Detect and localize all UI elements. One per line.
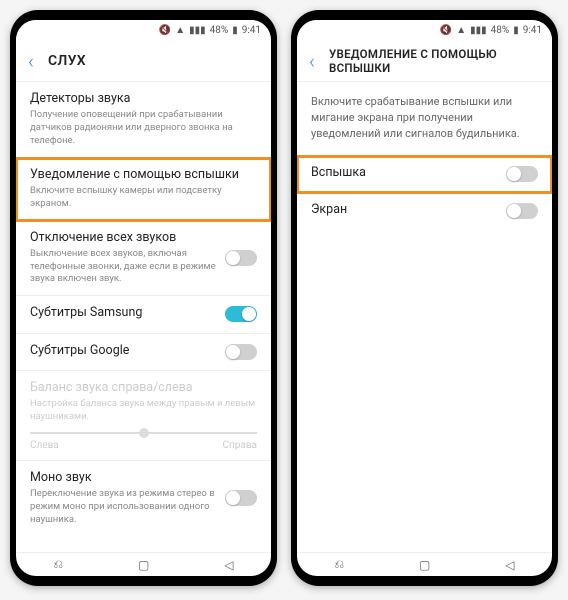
- row-desc: Выключение всех звуков, включая телефонн…: [30, 248, 217, 286]
- page-title: УВЕДОМЛЕНИЕ С ПОМОЩЬЮ ВСПЫШКИ: [329, 47, 540, 75]
- flash-toggle[interactable]: [506, 166, 538, 182]
- row-desc: Настройка баланса звука между правым и л…: [30, 398, 257, 424]
- page-title: СЛУХ: [48, 53, 86, 69]
- settings-list: Детекторы звука Получение оповещений при…: [16, 82, 271, 552]
- mute-all-row[interactable]: Отключение всех звуков Выключение всех з…: [16, 221, 271, 297]
- row-title: Уведомление с помощью вспышки: [30, 167, 257, 183]
- recent-icon[interactable]: ⎌: [53, 557, 63, 572]
- slider-thumb: [139, 428, 149, 438]
- screen-right: 🔇 ▲ ▮▮▮ 48% ▮ 9:41 ‹ УВЕДОМЛЕНИЕ С ПОМОЩ…: [297, 20, 552, 576]
- nav-bar: ⎌ ▢ ◁: [16, 552, 271, 576]
- wifi-icon: ▲: [456, 25, 466, 36]
- recent-icon[interactable]: ⎌: [334, 557, 344, 572]
- row-title: Детекторы звука: [30, 91, 257, 107]
- battery-icon: ▮: [232, 25, 238, 36]
- nav-bar: ⎌ ▢ ◁: [297, 552, 552, 576]
- back-icon[interactable]: ‹: [309, 49, 315, 73]
- screen-row[interactable]: Экран: [297, 193, 552, 229]
- mute-all-toggle[interactable]: [225, 250, 257, 266]
- screen-toggle[interactable]: [506, 203, 538, 219]
- battery-percent: 48%: [491, 25, 510, 36]
- clock: 9:41: [523, 25, 542, 36]
- home-icon[interactable]: ▢: [138, 558, 149, 572]
- mono-audio-row[interactable]: Моно звук Переключение звука из режима с…: [16, 461, 271, 536]
- status-bar: 🔇 ▲ ▮▮▮ 48% ▮ 9:41: [16, 20, 271, 40]
- phone-left: 🔇 ▲ ▮▮▮ 48% ▮ 9:41 ‹ СЛУХ Детекторы звук…: [10, 10, 277, 586]
- audio-balance-row: Баланс звука справа/слева Настройка бала…: [16, 371, 271, 461]
- app-bar: ‹ УВЕДОМЛЕНИЕ С ПОМОЩЬЮ ВСПЫШКИ: [297, 40, 552, 82]
- row-title: Субтитры Google: [30, 343, 217, 359]
- clock: 9:41: [242, 25, 261, 36]
- row-title: Баланс звука справа/слева: [30, 380, 257, 396]
- mute-icon: 🔇: [440, 25, 452, 36]
- samsung-subtitles-toggle[interactable]: [225, 306, 257, 322]
- signal-icon: ▮▮▮: [189, 25, 206, 36]
- mute-icon: 🔇: [159, 25, 171, 36]
- home-icon[interactable]: ▢: [419, 558, 430, 572]
- row-desc: Включите вспышку камеры или подсветку эк…: [30, 185, 257, 211]
- settings-list: Включите срабатывание вспышки или мигани…: [297, 82, 552, 552]
- signal-icon: ▮▮▮: [470, 25, 487, 36]
- google-subtitles-row[interactable]: Субтитры Google: [16, 334, 271, 371]
- row-title: Субтитры Samsung: [30, 305, 217, 321]
- wifi-icon: ▲: [175, 25, 185, 36]
- row-desc: Получение оповещений при срабатывании да…: [30, 109, 257, 147]
- row-title: Вспышка: [311, 165, 498, 181]
- balance-slider: [30, 432, 257, 434]
- status-bar: 🔇 ▲ ▮▮▮ 48% ▮ 9:41: [297, 20, 552, 40]
- google-subtitles-toggle[interactable]: [225, 344, 257, 360]
- app-bar: ‹ СЛУХ: [16, 40, 271, 82]
- flash-row[interactable]: Вспышка: [297, 156, 552, 193]
- row-desc: Переключение звука из режима стерео в ре…: [30, 488, 217, 526]
- slider-left-label: Слева: [30, 440, 59, 451]
- flash-notification-row[interactable]: Уведомление с помощью вспышки Включите в…: [16, 158, 271, 221]
- samsung-subtitles-row[interactable]: Субтитры Samsung: [16, 296, 271, 333]
- screen-left: 🔇 ▲ ▮▮▮ 48% ▮ 9:41 ‹ СЛУХ Детекторы звук…: [16, 20, 271, 576]
- battery-percent: 48%: [210, 25, 229, 36]
- phone-right: 🔇 ▲ ▮▮▮ 48% ▮ 9:41 ‹ УВЕДОМЛЕНИЕ С ПОМОЩ…: [291, 10, 558, 586]
- nav-back-icon[interactable]: ◁: [224, 558, 233, 572]
- sound-detectors-row[interactable]: Детекторы звука Получение оповещений при…: [16, 82, 271, 158]
- battery-icon: ▮: [513, 25, 519, 36]
- row-title: Моно звук: [30, 470, 217, 486]
- back-icon[interactable]: ‹: [28, 49, 34, 73]
- page-description: Включите срабатывание вспышки или мигани…: [297, 82, 552, 156]
- nav-back-icon[interactable]: ◁: [505, 558, 514, 572]
- row-title: Отключение всех звуков: [30, 230, 217, 246]
- row-title: Экран: [311, 202, 498, 218]
- mono-audio-toggle[interactable]: [225, 490, 257, 506]
- slider-right-label: Справа: [223, 440, 258, 451]
